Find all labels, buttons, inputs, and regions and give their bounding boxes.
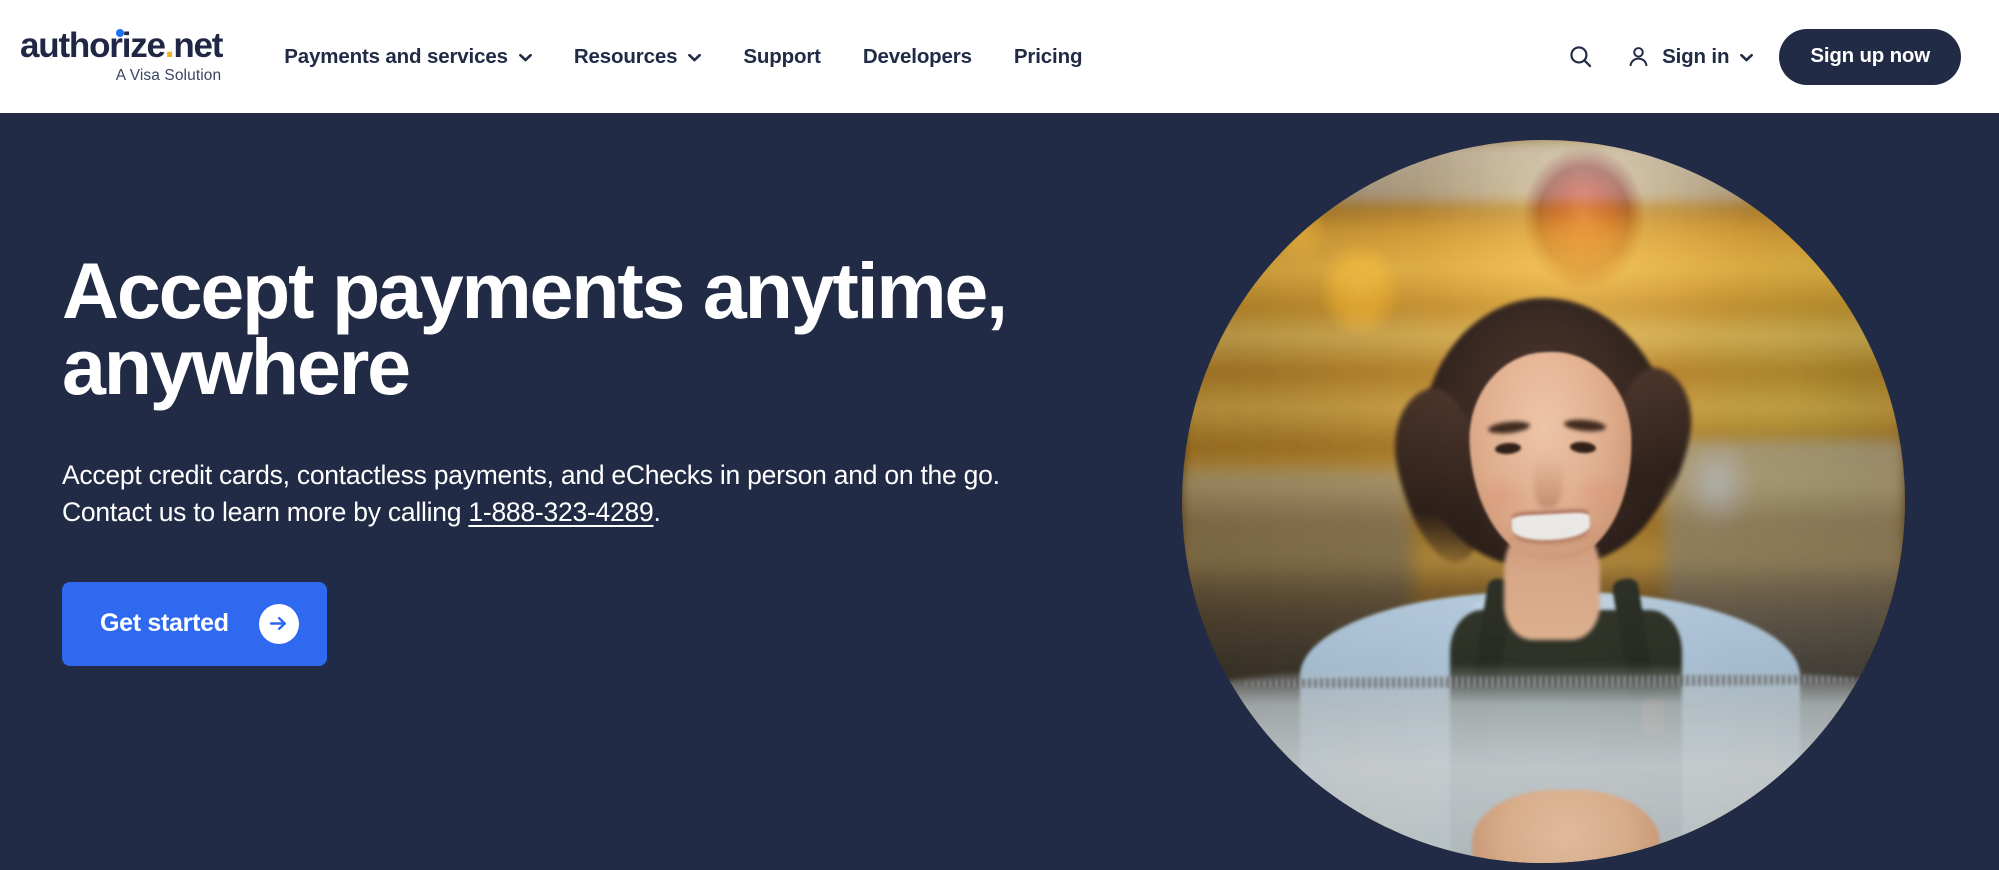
logo-tagline: A Visa Solution (115, 66, 222, 84)
chevron-down-icon (518, 53, 532, 62)
authorize-net-logo[interactable]: authorize.net A Visa Solution (20, 25, 223, 84)
nav-item-pricing[interactable]: Pricing (1013, 35, 1083, 79)
nav-item-developers[interactable]: Developers (863, 35, 972, 79)
hero-image (1182, 140, 1905, 863)
nav-item-payments-and-services[interactable]: Payments and services (284, 35, 532, 79)
arrow-right-circle-icon (258, 603, 299, 644)
get-started-label: Get started (100, 609, 229, 638)
hero-copy: Accept payments anytime, anywhere Accept… (62, 246, 1122, 666)
hero-subtitle-period: . (653, 497, 661, 528)
phone-number-link[interactable]: 1-888-323-4289 (468, 497, 653, 527)
nav-label: Pricing (1013, 44, 1083, 68)
nav-label: Resources (573, 44, 678, 68)
logo-word-ize: ize (121, 25, 166, 65)
chevron-down-icon (688, 53, 702, 62)
hero-subtitle: Accept credit cards, contactless payment… (62, 457, 1082, 532)
person-cheek-left (1480, 480, 1524, 514)
get-started-button[interactable]: Get started (62, 581, 327, 666)
sign-up-now-button[interactable]: Sign up now (1779, 28, 1961, 85)
logo-word-net: net (173, 25, 223, 65)
person-cheek-right (1578, 478, 1622, 512)
page-title: Accept payments anytime, anywhere (62, 246, 1008, 411)
logo-wordmark: authorize.net (20, 25, 223, 65)
logo-dot-blue-icon (116, 28, 124, 37)
logo-word-text: author (20, 25, 123, 65)
nav-label: Developers (862, 44, 972, 68)
hero-section: Accept payments anytime, anywhere Accept… (0, 113, 1999, 870)
hero-image-person (1182, 140, 1905, 863)
primary-navigation: Payments and services Resources Support … (284, 35, 1082, 79)
nav-label: Payments and services (284, 44, 508, 68)
header-actions: Sign in Sign up now (1560, 28, 1961, 85)
person-nose (1534, 456, 1562, 508)
page-root: authorize.net A Visa Solution Payments a… (0, 0, 1999, 870)
site-header: authorize.net A Visa Solution Payments a… (0, 0, 1999, 113)
user-icon (1626, 44, 1651, 69)
chevron-down-icon (1740, 53, 1754, 62)
sign-in-menu[interactable]: Sign in (1626, 44, 1754, 69)
nav-item-support[interactable]: Support (743, 35, 821, 79)
sign-in-label: Sign in (1662, 44, 1730, 68)
nav-item-resources[interactable]: Resources (573, 35, 702, 79)
nav-label: Support (743, 44, 821, 68)
search-icon[interactable] (1560, 37, 1600, 77)
